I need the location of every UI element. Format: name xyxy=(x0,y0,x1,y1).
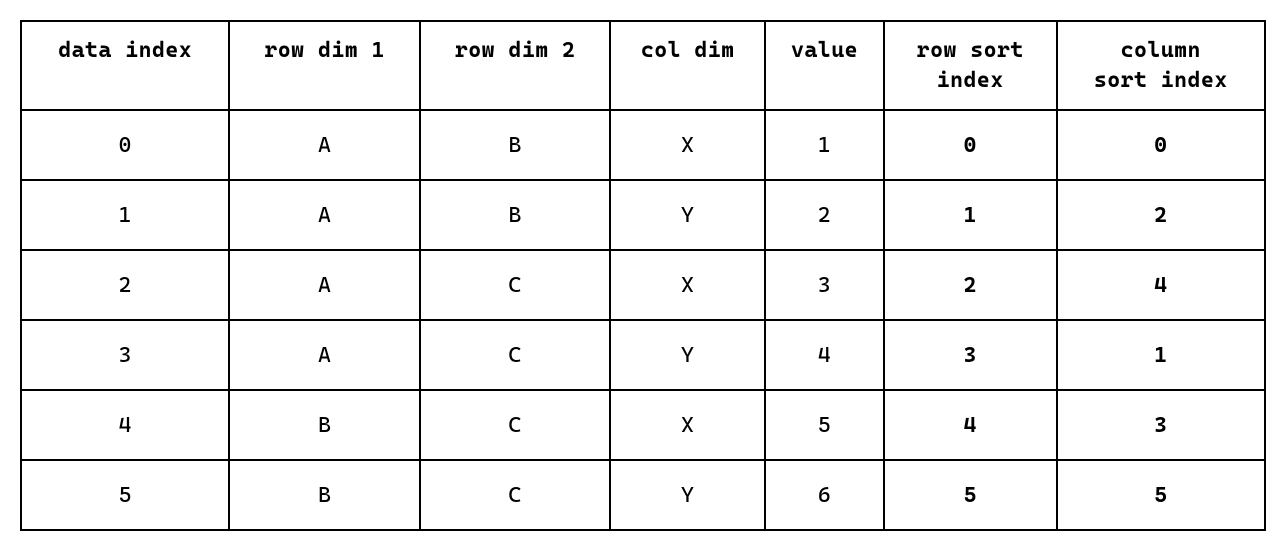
cell-column-sort-index: 5 xyxy=(1057,460,1265,530)
cell-col-dim: X xyxy=(610,110,765,180)
cell-data-index: 1 xyxy=(21,180,229,250)
cell-column-sort-index: 1 xyxy=(1057,320,1265,390)
header-row-dim-1: row dim 1 xyxy=(229,21,419,110)
cell-row-sort-index: 5 xyxy=(884,460,1057,530)
cell-row-sort-index: 1 xyxy=(884,180,1057,250)
cell-row-dim-2: C xyxy=(420,460,610,530)
cell-row-sort-index: 3 xyxy=(884,320,1057,390)
table-row: 3 A C Y 4 3 1 xyxy=(21,320,1265,390)
cell-row-dim-2: B xyxy=(420,110,610,180)
cell-row-dim-1: B xyxy=(229,390,419,460)
header-value: value xyxy=(765,21,884,110)
cell-row-dim-2: B xyxy=(420,180,610,250)
cell-data-index: 5 xyxy=(21,460,229,530)
cell-data-index: 3 xyxy=(21,320,229,390)
header-row-sort-index: row sortindex xyxy=(884,21,1057,110)
table-row: 0 A B X 1 0 0 xyxy=(21,110,1265,180)
cell-data-index: 2 xyxy=(21,250,229,320)
cell-data-index: 0 xyxy=(21,110,229,180)
table-row: 5 B C Y 6 5 5 xyxy=(21,460,1265,530)
cell-row-dim-1: A xyxy=(229,320,419,390)
header-data-index: data index xyxy=(21,21,229,110)
header-row: data index row dim 1 row dim 2 col dim v… xyxy=(21,21,1265,110)
data-table: data index row dim 1 row dim 2 col dim v… xyxy=(20,20,1266,531)
cell-col-dim: X xyxy=(610,390,765,460)
cell-row-dim-1: A xyxy=(229,180,419,250)
cell-row-dim-2: C xyxy=(420,390,610,460)
cell-row-sort-index: 4 xyxy=(884,390,1057,460)
table-row: 2 A C X 3 2 4 xyxy=(21,250,1265,320)
cell-row-dim-1: A xyxy=(229,250,419,320)
header-col-dim: col dim xyxy=(610,21,765,110)
cell-col-dim: X xyxy=(610,250,765,320)
cell-column-sort-index: 3 xyxy=(1057,390,1265,460)
table-row: 4 B C X 5 4 3 xyxy=(21,390,1265,460)
cell-column-sort-index: 0 xyxy=(1057,110,1265,180)
cell-row-sort-index: 0 xyxy=(884,110,1057,180)
header-column-sort-index: columnsort index xyxy=(1057,21,1265,110)
cell-column-sort-index: 4 xyxy=(1057,250,1265,320)
table-row: 1 A B Y 2 1 2 xyxy=(21,180,1265,250)
cell-column-sort-index: 2 xyxy=(1057,180,1265,250)
cell-value: 2 xyxy=(765,180,884,250)
cell-col-dim: Y xyxy=(610,460,765,530)
cell-value: 3 xyxy=(765,250,884,320)
cell-row-dim-1: B xyxy=(229,460,419,530)
cell-row-dim-1: A xyxy=(229,110,419,180)
cell-value: 1 xyxy=(765,110,884,180)
cell-value: 6 xyxy=(765,460,884,530)
cell-row-dim-2: C xyxy=(420,250,610,320)
cell-row-dim-2: C xyxy=(420,320,610,390)
cell-col-dim: Y xyxy=(610,320,765,390)
cell-row-sort-index: 2 xyxy=(884,250,1057,320)
cell-value: 4 xyxy=(765,320,884,390)
cell-data-index: 4 xyxy=(21,390,229,460)
cell-col-dim: Y xyxy=(610,180,765,250)
cell-value: 5 xyxy=(765,390,884,460)
header-row-dim-2: row dim 2 xyxy=(420,21,610,110)
